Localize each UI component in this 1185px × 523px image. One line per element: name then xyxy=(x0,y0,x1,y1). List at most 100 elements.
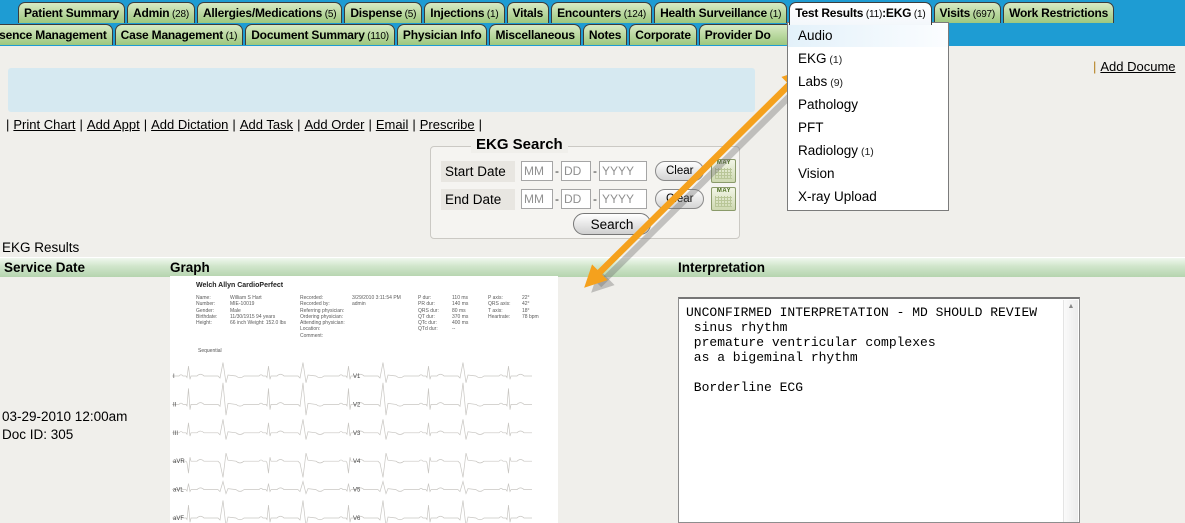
lead-label: V1 xyxy=(353,374,361,380)
top-bar: Patient SummaryAdmin (28)Allergies/Medic… xyxy=(0,0,1185,46)
dropdown-item-audio[interactable]: Audio xyxy=(788,24,948,47)
tab-label: Miscellaneous xyxy=(495,28,574,42)
tab-label: Encounters xyxy=(557,6,621,20)
dropdown-item-radiology[interactable]: Radiology (1) xyxy=(788,139,948,162)
tab-physician-info[interactable]: Physician Info xyxy=(397,24,488,45)
add-appt-link[interactable]: Add Appt xyxy=(87,117,140,132)
dropdown-item-ekg[interactable]: EKG (1) xyxy=(788,47,948,70)
tab-health-surveillance[interactable]: Health Surveillance (1) xyxy=(654,2,787,23)
dropdown-item-vision[interactable]: Vision xyxy=(788,162,948,185)
tab-label: Work Restrictions xyxy=(1009,6,1108,20)
add-task-link[interactable]: Add Task xyxy=(240,117,293,132)
info-value: 11/30/1915 94 years xyxy=(230,314,275,320)
tab-admin[interactable]: Admin (28) xyxy=(127,2,195,23)
info-value: 66 inch Weight: 152.0 lbs xyxy=(230,320,286,326)
start-year-input[interactable] xyxy=(599,161,647,181)
end-calendar-icon[interactable]: MAY xyxy=(711,187,736,211)
tab-encounters[interactable]: Encounters (124) xyxy=(551,2,652,23)
tab-document-summary[interactable]: Document Summary (110) xyxy=(245,24,395,45)
interpretation-box[interactable]: UNCONFIRMED INTERPRETATION - MD SHOULD R… xyxy=(678,297,1080,523)
separator: | xyxy=(144,117,147,132)
action-links: |Print Chart|Add Appt|Add Dictation|Add … xyxy=(2,117,486,132)
lead-label: V3 xyxy=(353,431,361,437)
tab-injections[interactable]: Injections (1) xyxy=(424,2,504,23)
tab-patient-summary[interactable]: Patient Summary xyxy=(18,2,125,23)
ekg-graph-thumbnail[interactable]: Welch Allyn CardioPerfect Name:William S… xyxy=(170,276,558,523)
tab-label: bsence Management xyxy=(0,28,107,42)
info-label: Comment: xyxy=(300,333,352,339)
end-month-input[interactable] xyxy=(521,189,553,209)
col-graph: Graph xyxy=(170,260,210,275)
dropdown-item-label: Radiology xyxy=(798,143,858,158)
tab-work-restrictions[interactable]: Work Restrictions xyxy=(1003,2,1114,23)
results-header-row: Service Date Graph Interpretation xyxy=(0,257,1185,277)
scroll-up-icon[interactable]: ▲ xyxy=(1064,303,1078,310)
info-label: Heartrate: xyxy=(488,314,522,320)
tab-count: (5) xyxy=(322,9,336,20)
scrollbar[interactable]: ▲ xyxy=(1063,300,1078,522)
tab-visits[interactable]: Visits (697) xyxy=(934,2,1002,23)
dropdown-item-x-ray-upload[interactable]: X-ray Upload xyxy=(788,185,948,208)
email-link[interactable]: Email xyxy=(376,117,409,132)
start-date-row: Start Date - - Clear MAY xyxy=(441,159,736,183)
start-date-label: Start Date xyxy=(441,161,515,182)
info-value: admin xyxy=(352,301,366,307)
tab-corporate[interactable]: Corporate xyxy=(629,24,697,45)
add-dictation-link[interactable]: Add Dictation xyxy=(151,117,228,132)
add-order-link[interactable]: Add Order xyxy=(304,117,364,132)
ekg-trace xyxy=(172,482,532,494)
dropdown-item-count: (1) xyxy=(827,54,843,66)
prescribe-link[interactable]: Prescribe xyxy=(420,117,475,132)
tab-count: (5) xyxy=(402,9,416,20)
tab-label: Document Summary xyxy=(251,28,365,42)
tab-test-results[interactable]: Test Results (11):EKG (1) xyxy=(789,2,931,25)
doc-id-value: Doc ID: 305 xyxy=(2,426,127,444)
search-button[interactable]: Search xyxy=(573,213,651,235)
info-value: MIE-10019 xyxy=(230,301,254,307)
tab-allergies-medications[interactable]: Allergies/Medications (5) xyxy=(197,2,342,23)
print-chart-link[interactable]: Print Chart xyxy=(13,117,75,132)
tab-vitals[interactable]: Vitals xyxy=(507,2,550,23)
date-separator: - xyxy=(555,192,559,206)
info-row: Comment: xyxy=(300,333,401,339)
calendar-month-label: MAY xyxy=(712,188,735,195)
start-calendar-icon[interactable]: MAY xyxy=(711,159,736,183)
tab-label: Physician Info xyxy=(403,28,482,42)
dropdown-item-label: Vision xyxy=(798,166,835,181)
lead-label: V4 xyxy=(353,459,361,465)
ekg-trace xyxy=(172,453,532,477)
start-month-input[interactable] xyxy=(521,161,553,181)
dropdown-item-pft[interactable]: PFT xyxy=(788,116,948,139)
info-value: 80 ms xyxy=(452,308,466,314)
ekg-results-title: EKG Results xyxy=(2,240,79,255)
dropdown-item-label: X-ray Upload xyxy=(798,189,877,204)
add-document-link[interactable]: Add Docume xyxy=(1100,59,1175,74)
add-document-link-wrap: |Add Docume xyxy=(1093,59,1176,74)
end-date-label: End Date xyxy=(441,189,515,210)
service-date-value: 03-29-2010 12:00am xyxy=(2,408,127,426)
date-separator: - xyxy=(555,164,559,178)
calendar-grid xyxy=(715,168,732,179)
calendar-month-label: MAY xyxy=(712,160,735,167)
ekg-waveform: IV1IIV2IIIV3aVRV4aVLV5aVFV6 xyxy=(170,354,558,523)
separator: | xyxy=(6,117,9,132)
end-day-input[interactable] xyxy=(561,189,591,209)
tab-miscellaneous[interactable]: Miscellaneous xyxy=(489,24,580,45)
start-day-input[interactable] xyxy=(561,161,591,181)
info-row: QTd dur:-- xyxy=(418,326,468,332)
tab-label: Dispense xyxy=(350,6,402,20)
dropdown-item-labs[interactable]: Labs (9) xyxy=(788,70,948,93)
end-year-input[interactable] xyxy=(599,189,647,209)
tab-bsence-management[interactable]: bsence Management xyxy=(0,24,113,45)
info-value: William S Hart xyxy=(230,295,262,301)
tab-case-management[interactable]: Case Management (1) xyxy=(115,24,244,45)
tab-notes[interactable]: Notes xyxy=(583,24,627,45)
tab-label: Test Results xyxy=(795,6,863,20)
lead-label: aVL xyxy=(173,488,184,494)
start-clear-button[interactable]: Clear xyxy=(655,161,704,181)
tab-row-2: bsence ManagementCase Management (1)Docu… xyxy=(0,24,924,45)
tab-dispense[interactable]: Dispense (5) xyxy=(344,2,422,23)
end-clear-button[interactable]: Clear xyxy=(655,189,704,209)
dropdown-item-pathology[interactable]: Pathology xyxy=(788,93,948,116)
dropdown-item-label: Labs xyxy=(798,74,827,89)
